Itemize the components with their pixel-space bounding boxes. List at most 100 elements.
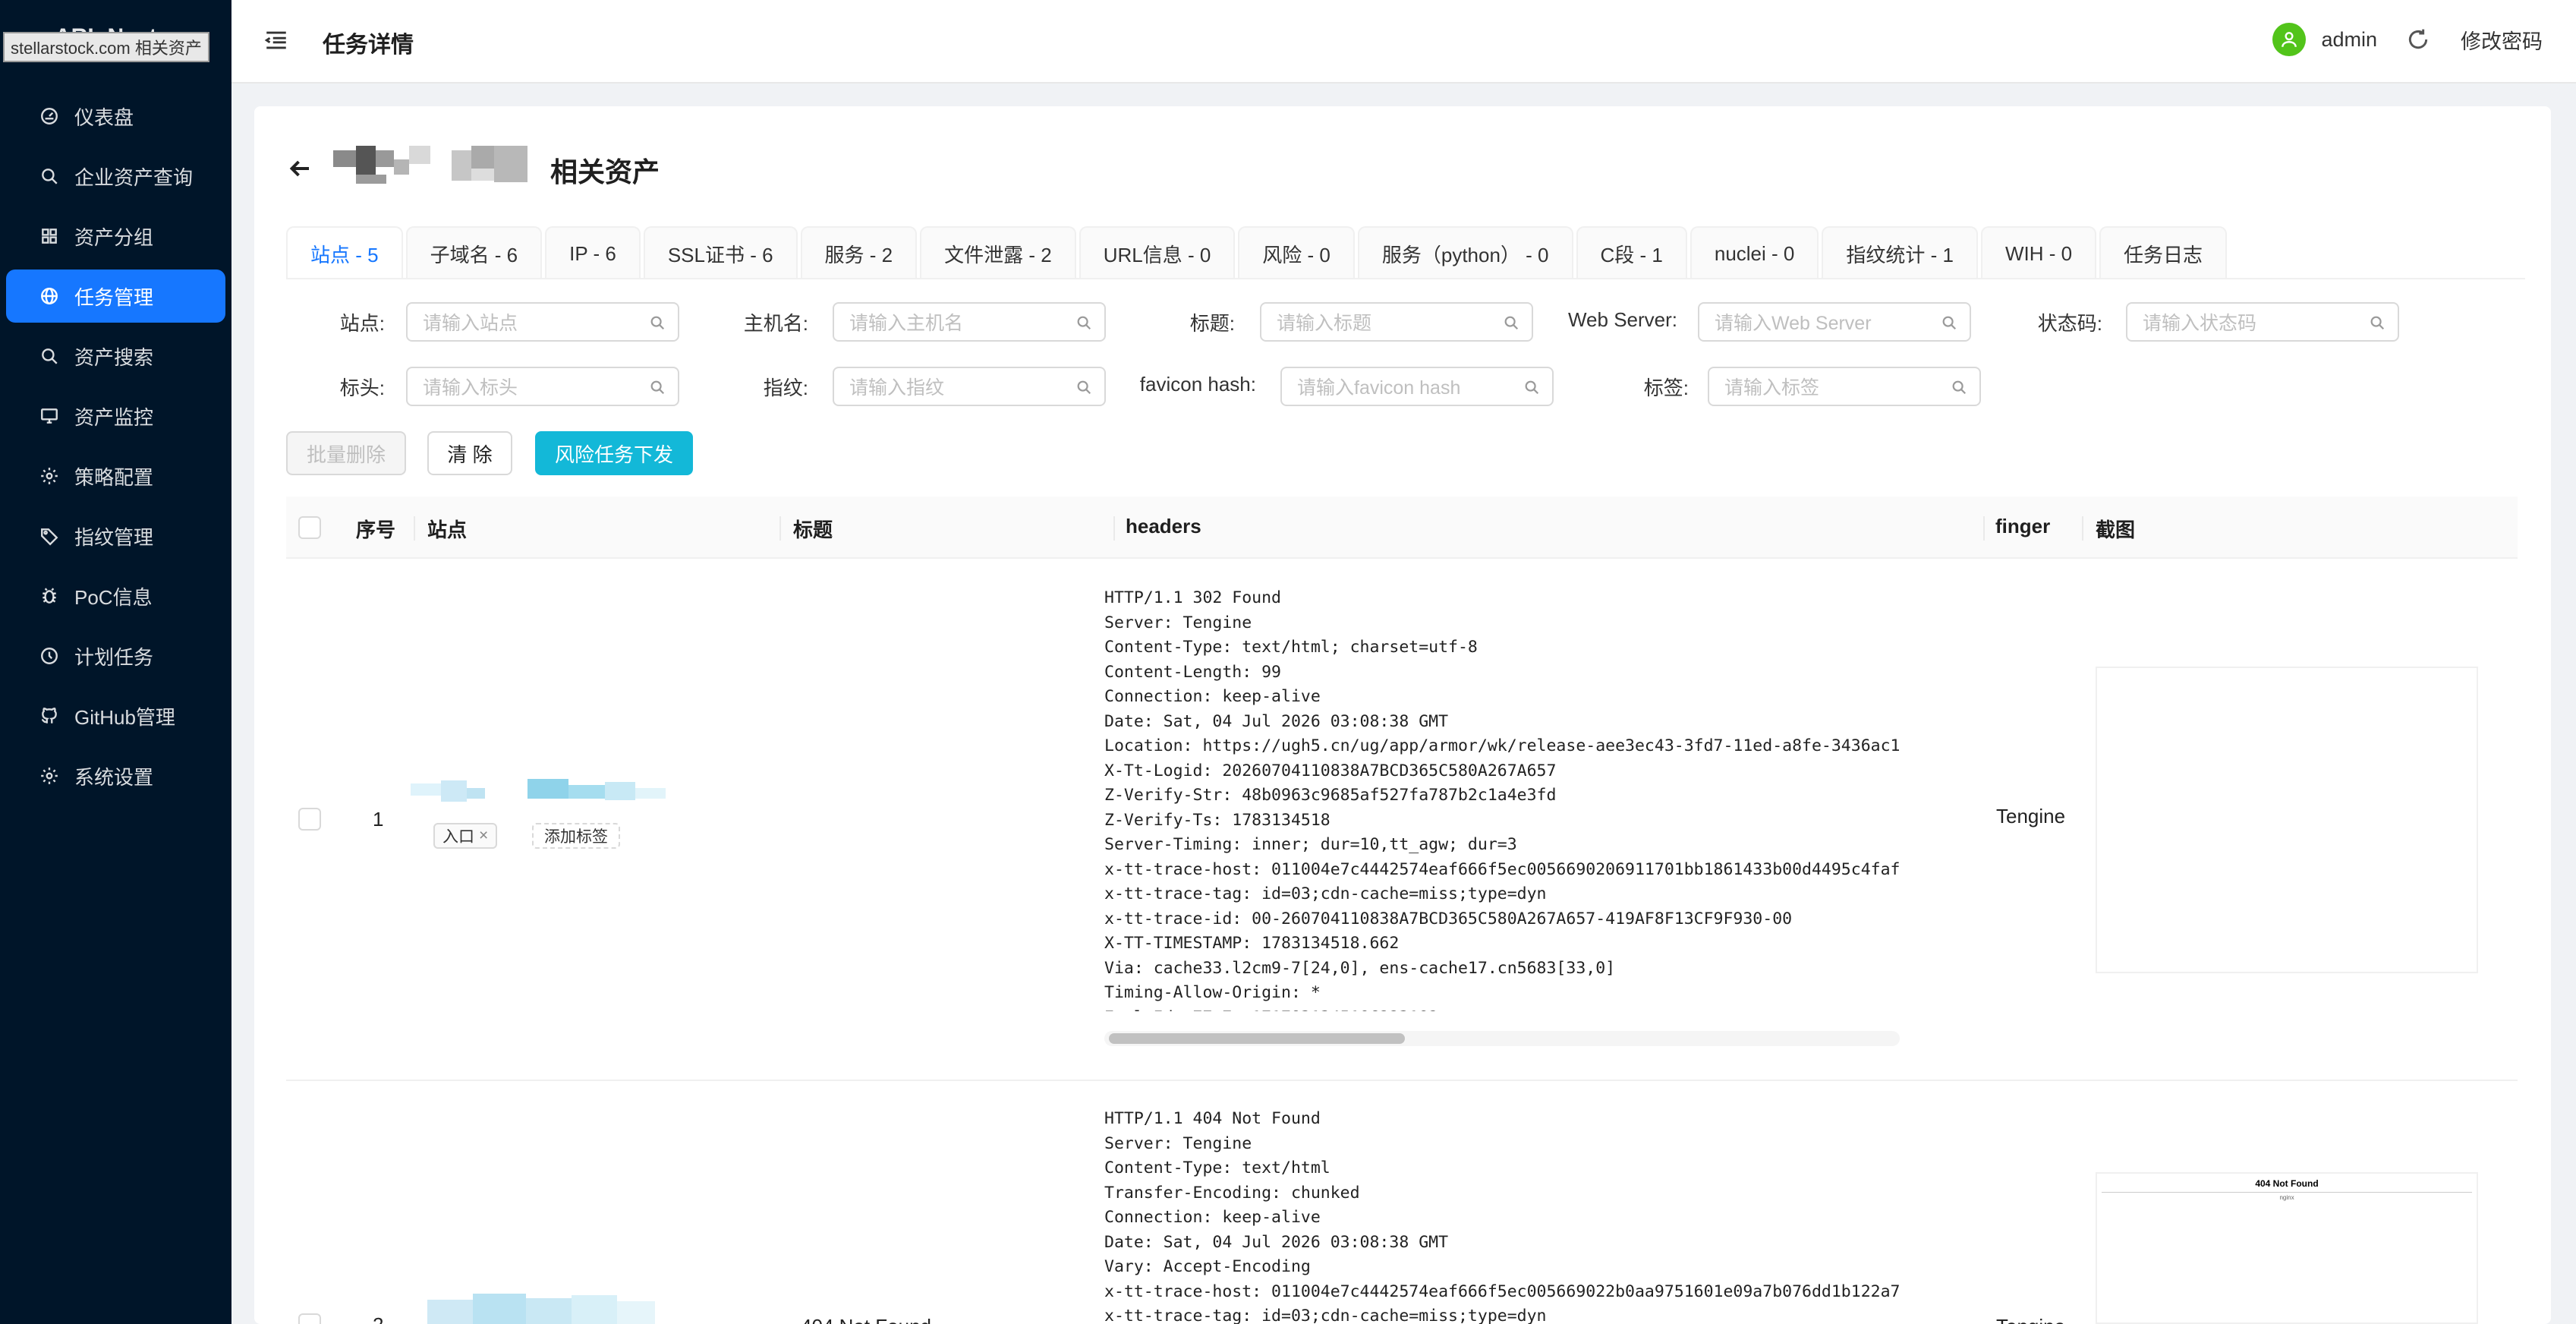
- hostname-filter-placeholder: 请输入主机名: [849, 313, 964, 334]
- search-icon[interactable]: [1941, 314, 1957, 331]
- header-filter-input[interactable]: 请输入标头: [406, 367, 679, 406]
- favicon-filter-label: favicon hash:: [1139, 373, 1256, 396]
- user-avatar-icon[interactable]: [2272, 23, 2307, 56]
- asset-tabs: 站点 - 5 子域名 - 6 IP - 6 SSL证书 - 6 服务 - 2 文…: [286, 226, 2230, 279]
- site-tag-label: 入口: [442, 828, 474, 846]
- header-filter-label: 标头:: [339, 377, 385, 399]
- status-filter-input[interactable]: 请输入状态码: [2126, 302, 2399, 342]
- gear-icon: [38, 764, 61, 787]
- column-divider: [779, 516, 781, 541]
- site-filter-placeholder: 请输入站点: [423, 313, 518, 334]
- tab-url-info[interactable]: URL信息 - 0: [1079, 226, 1236, 279]
- globe-icon: [38, 285, 61, 307]
- column-header-headers: headers: [1126, 515, 1201, 537]
- gear-icon: [38, 465, 61, 487]
- row-checkbox[interactable]: [298, 1313, 321, 1324]
- row-checkbox[interactable]: [298, 808, 321, 831]
- row-title: 404 Not Found: [801, 1315, 931, 1324]
- row-headers: HTTP/1.1 404 Not Found Server: Tengine C…: [1104, 1109, 1900, 1324]
- username[interactable]: admin: [2321, 28, 2377, 52]
- sidebar-item-dashboard[interactable]: 仪表盘: [6, 90, 225, 143]
- search-icon[interactable]: [1075, 314, 1092, 331]
- content-card: 相关资产 站点 - 5 子域名 - 6 IP - 6 SSL证书 - 6 服务 …: [254, 106, 2551, 1324]
- tab-service[interactable]: 服务 - 2: [800, 226, 918, 279]
- select-all-checkbox[interactable]: [298, 516, 321, 539]
- screenshot-subtitle: nginx: [2279, 1194, 2294, 1201]
- finger-filter-label: 指纹:: [763, 377, 808, 399]
- sidebar-item-fingerprint[interactable]: 指纹管理: [6, 509, 225, 563]
- tab-service-python[interactable]: 服务（python） - 0: [1357, 226, 1573, 279]
- webserver-filter-input[interactable]: 请输入Web Server: [1698, 302, 1971, 342]
- tab-subdomain[interactable]: 子域名 - 6: [405, 226, 543, 279]
- dashboard-icon: [38, 105, 61, 128]
- headers-scrollbar[interactable]: [1104, 1031, 1900, 1046]
- tab-risk[interactable]: 风险 - 0: [1238, 226, 1355, 279]
- tab-task-log[interactable]: 任务日志: [2099, 226, 2228, 279]
- add-tag-button[interactable]: 添加标签: [532, 823, 620, 849]
- title-filter-input[interactable]: 请输入标题: [1260, 302, 1533, 342]
- search-icon: [38, 165, 61, 188]
- change-password-link[interactable]: 修改密码: [2461, 25, 2543, 55]
- favicon-filter-placeholder: 请输入favicon hash: [1297, 377, 1461, 399]
- sidebar-item-github[interactable]: GitHub管理: [6, 689, 225, 742]
- tab-ip[interactable]: IP - 6: [545, 226, 641, 279]
- sidebar-item-asset-monitor[interactable]: 资产监控: [6, 389, 225, 443]
- sidebar-item-poc[interactable]: PoC信息: [6, 569, 225, 623]
- sidebar-item-asset-group[interactable]: 资产分组: [6, 210, 225, 263]
- site-filter-input[interactable]: 请输入站点: [406, 302, 679, 342]
- clear-button[interactable]: 清 除: [427, 431, 512, 475]
- refresh-icon[interactable]: [2406, 27, 2430, 52]
- column-header-finger: finger: [1995, 515, 2051, 537]
- risk-task-button[interactable]: 风险任务下发: [535, 431, 693, 475]
- favicon-filter-input[interactable]: 请输入favicon hash: [1280, 367, 1554, 406]
- tab-file-leak[interactable]: 文件泄露 - 2: [920, 226, 1076, 279]
- search-icon[interactable]: [649, 314, 666, 331]
- search-icon: [38, 345, 61, 367]
- row-index: 2: [373, 1313, 383, 1324]
- page-title: 相关资产: [550, 156, 660, 188]
- tab-fingerprint-stats[interactable]: 指纹统计 - 1: [1822, 226, 1978, 279]
- webserver-filter-placeholder: 请输入Web Server: [1715, 313, 1872, 334]
- sidebar-item-asset-search[interactable]: 资产搜索: [6, 329, 225, 383]
- sidebar-item-label: 资产分组: [74, 225, 154, 249]
- scrollbar-thumb[interactable]: [1109, 1033, 1405, 1044]
- tab-c-segment[interactable]: C段 - 1: [1576, 226, 1687, 279]
- column-divider: [1983, 516, 1985, 541]
- tab-site[interactable]: 站点 - 5: [286, 226, 403, 279]
- column-divider: [1113, 516, 1115, 541]
- row-headers: HTTP/1.1 302 Found Server: Tengine Conte…: [1104, 588, 1900, 1011]
- row-screenshot[interactable]: [2096, 667, 2478, 973]
- close-icon[interactable]: ×: [479, 827, 488, 845]
- tags-filter-input[interactable]: 请输入标签: [1708, 367, 1981, 406]
- clock-icon: [38, 645, 61, 667]
- batch-delete-button[interactable]: 批量删除: [286, 431, 406, 475]
- sidebar-item-label: 任务管理: [74, 285, 154, 309]
- site-filter-label: 站点:: [339, 312, 385, 335]
- search-icon[interactable]: [649, 379, 666, 396]
- search-icon[interactable]: [1523, 379, 1540, 396]
- sidebar-item-system-settings[interactable]: 系统设置: [6, 749, 225, 802]
- column-header-screenshot: 截图: [2096, 519, 2136, 541]
- sidebar-item-label: 仪表盘: [74, 106, 134, 129]
- sidebar-item-policy-config[interactable]: 策略配置: [6, 449, 225, 503]
- search-icon[interactable]: [2369, 314, 2385, 331]
- tab-nuclei[interactable]: nuclei - 0: [1690, 226, 1819, 279]
- finger-filter-input[interactable]: 请输入指纹: [833, 367, 1106, 406]
- row-screenshot[interactable]: 404 Not Found nginx: [2096, 1172, 2478, 1324]
- tab-wih[interactable]: WIH - 0: [1980, 226, 2097, 279]
- sidebar-item-scheduled-task[interactable]: 计划任务: [6, 629, 225, 682]
- tab-divider: [286, 278, 2525, 279]
- header-filter-placeholder: 请输入标头: [423, 377, 518, 399]
- hostname-filter-input[interactable]: 请输入主机名: [833, 302, 1106, 342]
- title-filter-placeholder: 请输入标题: [1277, 313, 1372, 334]
- bug-icon: [38, 585, 61, 607]
- monitor-icon: [38, 405, 61, 427]
- sidebar-item-enterprise-query[interactable]: 企业资产查询: [6, 150, 225, 203]
- back-arrow-icon[interactable]: [286, 155, 313, 182]
- search-icon[interactable]: [1503, 314, 1519, 331]
- sidebar-item-task-management[interactable]: 任务管理: [6, 270, 225, 323]
- search-icon[interactable]: [1951, 379, 1967, 396]
- menu-fold-icon[interactable]: [263, 27, 289, 53]
- tab-ssl[interactable]: SSL证书 - 6: [643, 226, 798, 279]
- row-finger: Tengine: [1996, 1315, 2065, 1324]
